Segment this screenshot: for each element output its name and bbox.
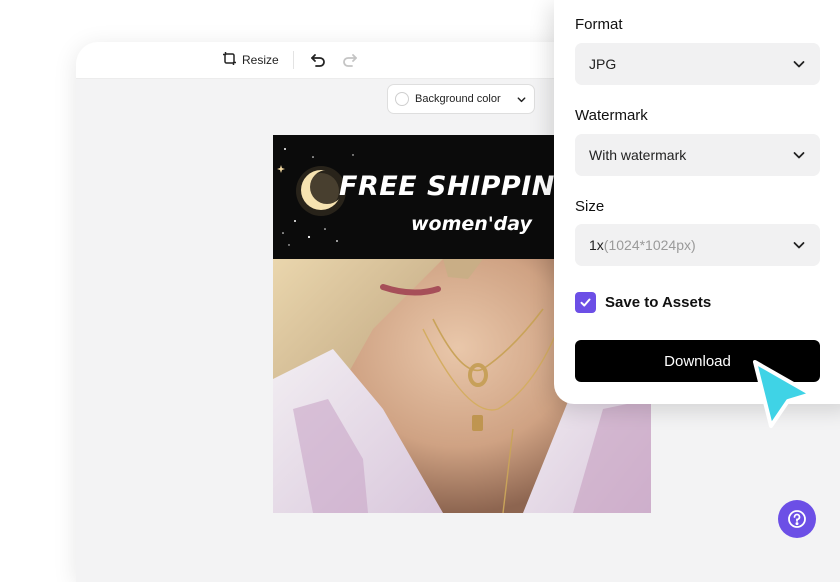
toolbar-divider bbox=[293, 51, 294, 69]
watermark-select[interactable]: With watermark bbox=[575, 134, 820, 176]
redo-button[interactable] bbox=[340, 47, 360, 73]
size-value: 1x(1024*1024px) bbox=[589, 237, 696, 253]
chevron-down-icon bbox=[793, 242, 805, 249]
size-label: Size bbox=[575, 198, 605, 215]
format-value: JPG bbox=[589, 56, 617, 72]
background-color-button[interactable]: Background color bbox=[387, 84, 535, 114]
pointer-cursor-icon bbox=[753, 360, 813, 428]
format-select[interactable]: JPG bbox=[575, 43, 820, 85]
size-dimensions: (1024*1024px) bbox=[603, 237, 696, 253]
watermark-label: Watermark bbox=[575, 107, 648, 124]
undo-icon bbox=[311, 54, 325, 67]
watermark-value: With watermark bbox=[589, 147, 687, 163]
poster-subline: women'day bbox=[411, 213, 532, 235]
redo-icon bbox=[343, 54, 357, 67]
format-label: Format bbox=[575, 16, 623, 33]
color-swatch bbox=[395, 92, 409, 106]
check-icon bbox=[580, 298, 591, 307]
resize-icon bbox=[222, 51, 237, 69]
chevron-down-icon bbox=[793, 152, 805, 159]
size-select[interactable]: 1x(1024*1024px) bbox=[575, 224, 820, 266]
resize-button[interactable]: Resize bbox=[222, 47, 279, 73]
chevron-down-icon bbox=[517, 96, 526, 102]
save-to-assets-label: Save to Assets bbox=[605, 294, 712, 311]
help-button[interactable] bbox=[778, 500, 816, 538]
export-panel: Format JPG Watermark With watermark Size… bbox=[554, 0, 840, 404]
chevron-down-icon bbox=[793, 61, 805, 68]
save-to-assets-checkbox[interactable] bbox=[575, 292, 596, 313]
undo-button[interactable] bbox=[308, 47, 328, 73]
help-icon bbox=[788, 510, 806, 528]
resize-label: Resize bbox=[242, 53, 279, 67]
background-color-label: Background color bbox=[415, 93, 501, 105]
size-scale: 1x bbox=[589, 237, 604, 253]
save-to-assets-option[interactable]: Save to Assets bbox=[575, 292, 711, 313]
poster-headline: FREE SHIPPIN bbox=[339, 171, 555, 202]
